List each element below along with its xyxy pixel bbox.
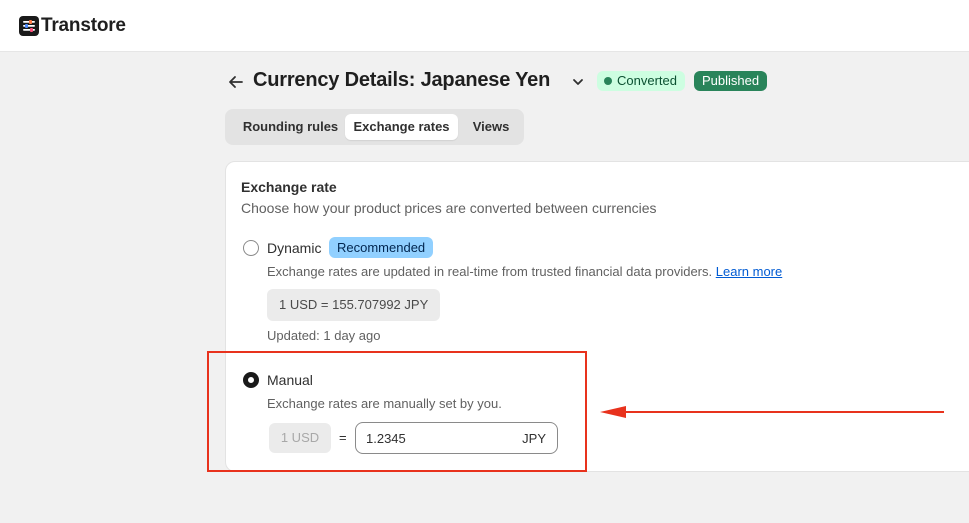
card-subtitle: Choose how your product prices are conve… xyxy=(241,200,657,216)
dynamic-label[interactable]: Dynamic xyxy=(267,240,321,256)
base-currency-field: 1 USD xyxy=(269,423,331,453)
page-title: Currency Details: Japanese Yen xyxy=(253,69,550,92)
tab-bar: Rounding rules Exchange rates Views xyxy=(225,109,524,145)
page-title-currency: Japanese Yen xyxy=(420,69,551,91)
manual-label[interactable]: Manual xyxy=(267,372,313,388)
card-title: Exchange rate xyxy=(241,179,337,195)
sliders-icon xyxy=(19,16,39,36)
dynamic-radio[interactable] xyxy=(243,240,259,256)
app-name: Transtore xyxy=(41,15,126,36)
manual-radio[interactable] xyxy=(243,372,259,388)
manual-rate-input[interactable] xyxy=(366,423,506,453)
published-badge: Published xyxy=(694,71,768,91)
equals-sign: = xyxy=(339,430,347,445)
status-dot-icon xyxy=(604,77,612,85)
dynamic-help-text: Exchange rates are updated in real-time … xyxy=(267,264,782,279)
manual-help-text: Exchange rates are manually set by you. xyxy=(267,396,502,411)
converted-badge: Converted xyxy=(597,71,685,91)
chevron-down-icon[interactable] xyxy=(571,75,585,89)
tab-rounding-rules[interactable]: Rounding rules xyxy=(231,114,350,140)
tab-views[interactable]: Views xyxy=(460,114,522,140)
converted-badge-label: Converted xyxy=(617,73,677,88)
exchange-rate-card: Exchange rate Choose how your product pr… xyxy=(225,161,969,472)
rate-suffix: JPY xyxy=(522,431,546,446)
recommended-badge: Recommended xyxy=(329,237,434,258)
top-bar: Transtore xyxy=(0,0,969,52)
learn-more-link[interactable]: Learn more xyxy=(716,264,782,279)
updated-text: Updated: 1 day ago xyxy=(267,328,381,343)
manual-rate-field: JPY xyxy=(355,422,558,454)
page-title-prefix: Currency Details: xyxy=(253,69,416,91)
dynamic-help-label: Exchange rates are updated in real-time … xyxy=(267,264,713,279)
back-arrow-icon[interactable] xyxy=(226,72,246,92)
tab-exchange-rates[interactable]: Exchange rates xyxy=(345,114,458,140)
dynamic-rate-display: 1 USD = 155.707992 JPY xyxy=(267,289,441,321)
